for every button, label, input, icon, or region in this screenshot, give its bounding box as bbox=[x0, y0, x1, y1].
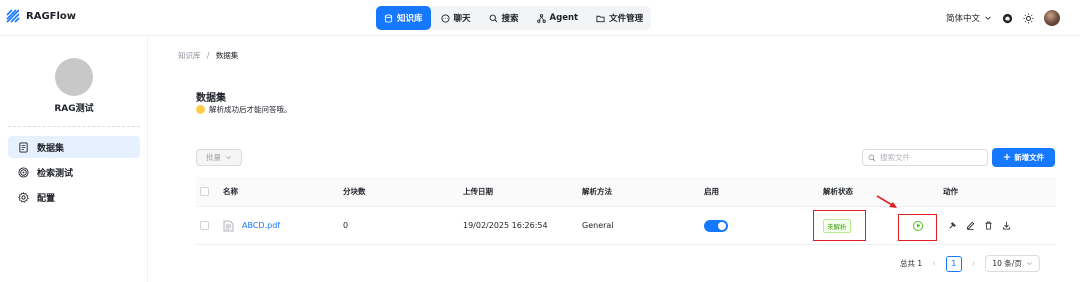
header-actions: 动作 bbox=[943, 187, 958, 196]
header-parse-method: 解析方法 bbox=[582, 187, 612, 196]
row-checkbox-cell bbox=[200, 207, 209, 244]
document-icon bbox=[19, 141, 28, 153]
file-name-cell: ABCD.pdf bbox=[223, 207, 280, 244]
smile-emoji-icon bbox=[196, 105, 205, 114]
header-checkbox-cell bbox=[200, 177, 209, 206]
chevron-down-icon bbox=[226, 156, 231, 160]
nav-label: 搜索 bbox=[501, 14, 519, 24]
sidebar-item-label: 检索测试 bbox=[37, 168, 74, 179]
header-chunks[interactable]: 分块数 bbox=[343, 177, 366, 206]
sun-icon[interactable] bbox=[1023, 12, 1034, 24]
page-number-button[interactable]: 1 bbox=[945, 255, 962, 272]
bulk-label: 批量 bbox=[206, 153, 221, 162]
add-file-label: 新增文件 bbox=[1014, 153, 1045, 162]
page-size-label: 10 条/页 bbox=[992, 259, 1022, 268]
ragflow-logo-icon bbox=[6, 9, 20, 23]
total-count: 总共 1 bbox=[900, 259, 923, 268]
row-actions bbox=[948, 221, 1011, 230]
sidebar-divider bbox=[8, 126, 140, 127]
search-icon bbox=[489, 14, 497, 22]
target-icon bbox=[18, 166, 29, 178]
nav-knowledge-base[interactable]: 知识库 bbox=[376, 6, 431, 30]
nav-label: 聊天 bbox=[453, 14, 471, 24]
header-enabled: 启用 bbox=[704, 187, 719, 196]
page-subtitle: 解析成功后才能问答哦。 bbox=[196, 104, 292, 115]
page-title: 数据集 bbox=[196, 93, 226, 104]
row-checkbox[interactable] bbox=[200, 221, 209, 230]
chunk-count: 0 bbox=[343, 221, 349, 230]
prev-page-icon[interactable]: ‹ bbox=[932, 259, 936, 269]
enabled-toggle[interactable] bbox=[704, 219, 728, 232]
edit-icon[interactable] bbox=[966, 221, 975, 230]
database-icon bbox=[384, 13, 393, 23]
search-input[interactable] bbox=[880, 153, 980, 162]
breadcrumb: 知识库 / 数据集 bbox=[178, 50, 238, 61]
sidebar-item-config[interactable]: 配置 bbox=[8, 186, 140, 208]
header-tools: 简体中文 bbox=[946, 10, 1061, 26]
breadcrumb-separator: / bbox=[206, 51, 210, 60]
next-page-icon[interactable]: › bbox=[972, 259, 976, 269]
gear-icon bbox=[18, 191, 29, 203]
nav-file-management[interactable]: 文件管理 bbox=[588, 6, 651, 30]
tool-icon[interactable] bbox=[948, 221, 957, 230]
sidebar-item-label: 数据集 bbox=[37, 143, 65, 154]
knowledge-base-avatar bbox=[55, 58, 93, 96]
bulk-action-button[interactable]: 批量 bbox=[196, 149, 242, 166]
file-icon bbox=[223, 220, 234, 231]
upload-date: 19/02/2025 16:26:54 bbox=[463, 221, 548, 230]
sidebar-item-retrieval-test[interactable]: 检索测试 bbox=[8, 161, 140, 183]
download-icon[interactable] bbox=[1002, 221, 1011, 230]
nav-label: 文件管理 bbox=[609, 14, 644, 24]
chevron-down-icon bbox=[1026, 262, 1032, 266]
header-upload-date[interactable]: 上传日期 bbox=[463, 177, 493, 206]
breadcrumb-current: 数据集 bbox=[215, 51, 239, 60]
sidebar-item-label: 配置 bbox=[37, 193, 56, 204]
page-size-select[interactable]: 10 条/页 bbox=[985, 255, 1040, 272]
file-name-link[interactable]: ABCD.pdf bbox=[242, 221, 280, 230]
delete-icon[interactable] bbox=[984, 221, 993, 230]
page-subtitle-text: 解析成功后才能问答哦。 bbox=[209, 105, 292, 114]
nav-chat[interactable]: 聊天 bbox=[433, 6, 479, 30]
top-bar: RAGFlow 知识库 聊天 搜索 Agent 文件管理 简体中文 bbox=[0, 0, 1080, 36]
app-logo[interactable]: RAGFlow bbox=[6, 9, 76, 23]
main-nav: 知识库 聊天 搜索 Agent 文件管理 bbox=[376, 6, 652, 30]
sidebar-item-dataset[interactable]: 数据集 bbox=[8, 136, 140, 158]
breadcrumb-root[interactable]: 知识库 bbox=[178, 51, 201, 60]
sidebar-menu: 数据集 检索测试 配置 bbox=[8, 136, 140, 211]
search-icon bbox=[868, 154, 876, 161]
github-icon[interactable] bbox=[1002, 13, 1013, 24]
nav-search[interactable]: 搜索 bbox=[481, 6, 527, 30]
nav-agent[interactable]: Agent bbox=[529, 6, 587, 30]
header-name[interactable]: 名称 bbox=[223, 177, 238, 206]
language-selector[interactable]: 简体中文 bbox=[946, 12, 992, 24]
annotation-arrow-icon bbox=[876, 195, 897, 208]
user-avatar[interactable] bbox=[1044, 10, 1061, 26]
table-header: 名称 分块数 上传日期 解析方法 启用 解析状态 动作 bbox=[196, 177, 1056, 207]
annotation-box-status bbox=[813, 210, 866, 241]
chat-icon bbox=[440, 13, 450, 23]
file-search[interactable] bbox=[862, 149, 988, 166]
header-parse-status: 解析状态 bbox=[823, 187, 853, 196]
parse-method[interactable]: General bbox=[582, 207, 614, 244]
folder-icon bbox=[596, 15, 605, 22]
nav-label: 知识库 bbox=[397, 14, 423, 24]
annotation-box-run bbox=[898, 214, 937, 241]
select-all-checkbox[interactable] bbox=[200, 187, 209, 196]
nav-label: Agent bbox=[549, 13, 579, 23]
knowledge-base-name: RAG测试 bbox=[54, 104, 94, 114]
sidebar: RAG测试 数据集 检索测试 配置 bbox=[0, 36, 148, 282]
add-file-button[interactable]: + 新增文件 bbox=[992, 148, 1055, 167]
pagination: 总共 1 ‹ 1 › 10 条/页 bbox=[900, 255, 1040, 272]
chevron-down-icon bbox=[985, 16, 991, 20]
agent-icon bbox=[536, 13, 546, 23]
action-icons-cell bbox=[948, 207, 1011, 244]
enabled-cell bbox=[704, 207, 728, 244]
plus-icon: + bbox=[1002, 151, 1012, 163]
app-name: RAGFlow bbox=[26, 10, 77, 22]
language-label: 简体中文 bbox=[946, 14, 981, 24]
